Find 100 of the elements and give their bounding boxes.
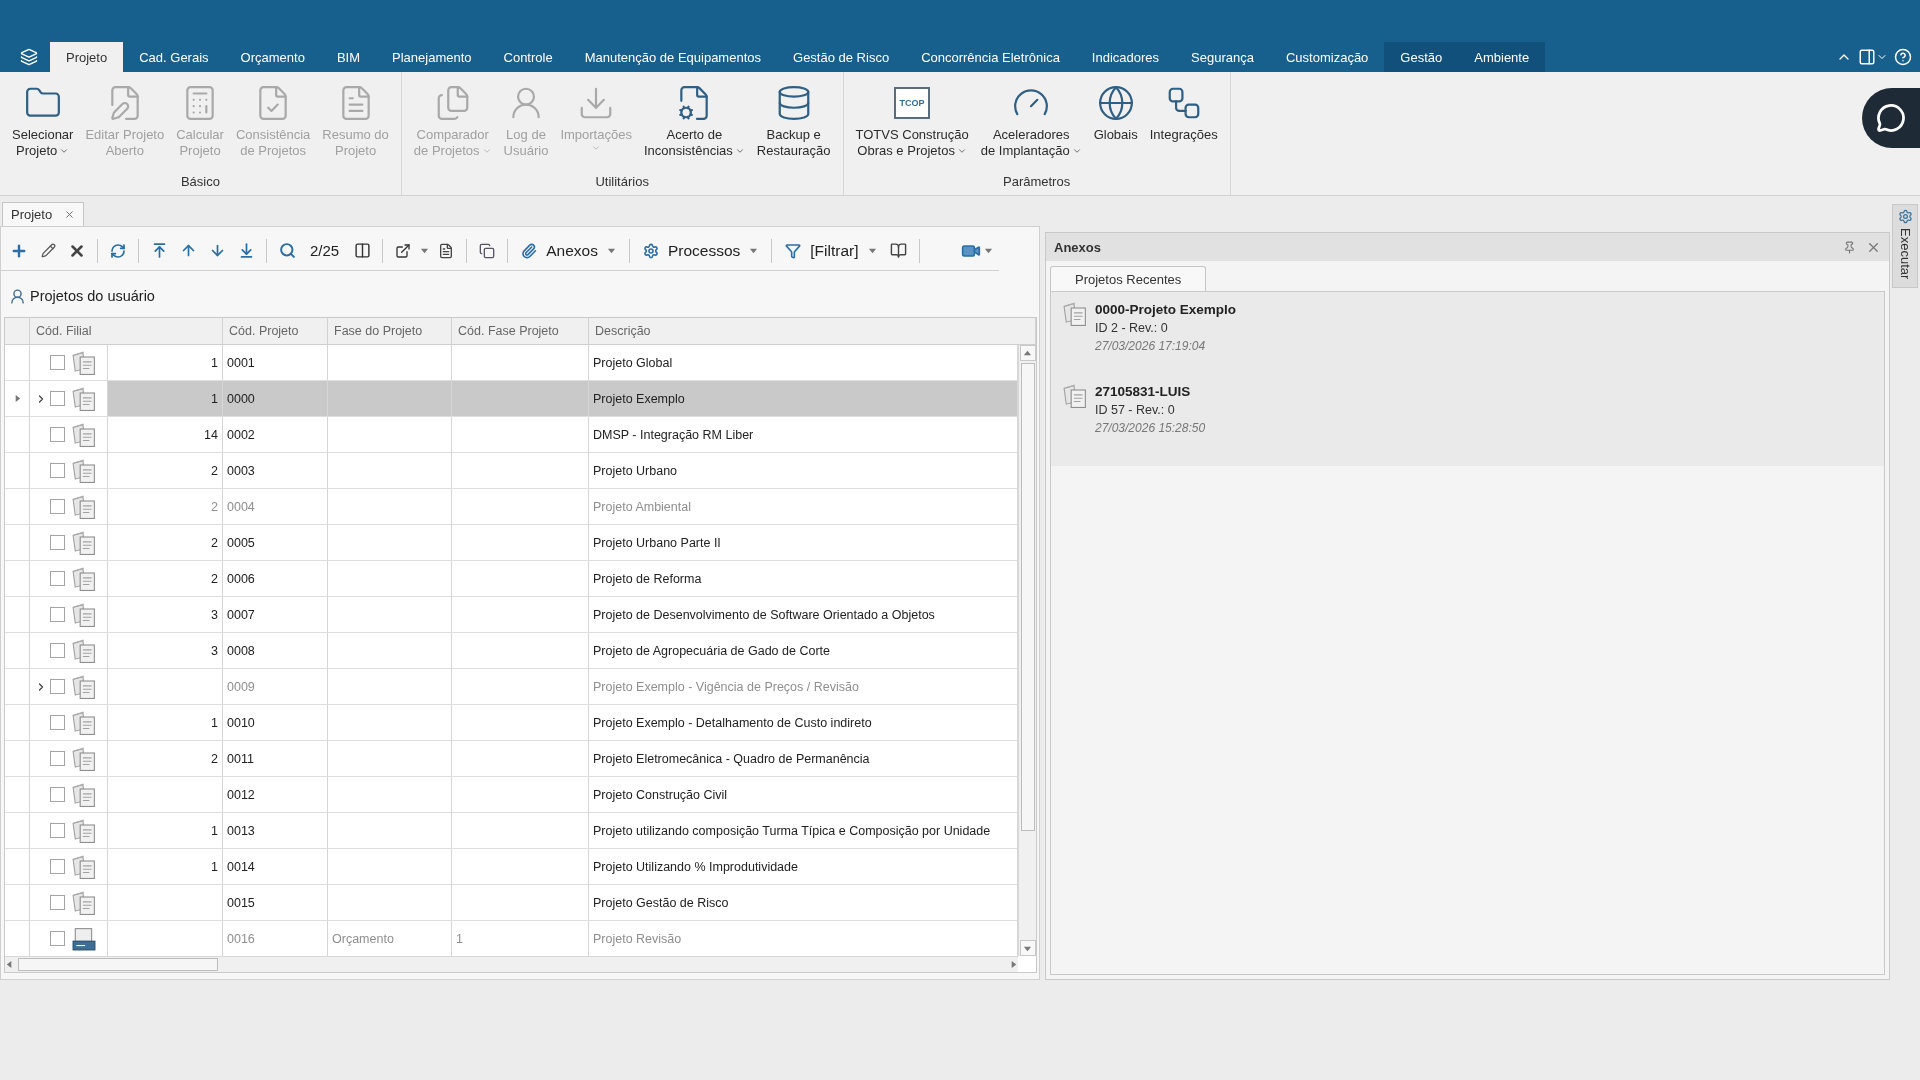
table-cell: Projeto Ambiental bbox=[593, 499, 691, 514]
dropdown-button[interactable]: Processos bbox=[637, 237, 764, 264]
recent-project-title[interactable]: 27105831-LUIS bbox=[1095, 384, 1206, 399]
vertical-scrollbar[interactable] bbox=[1018, 345, 1036, 956]
table-row[interactable]: 0012 Projeto Construção Civil bbox=[108, 777, 1018, 813]
ribbon-tab[interactable]: Concorrência Eletrônica bbox=[905, 42, 1076, 72]
table-row[interactable]: 3 0007 Projeto de Desenvolvimento de Software Orientado a Objetos bbox=[108, 597, 1018, 633]
row-checkbox[interactable] bbox=[50, 571, 65, 586]
table-row[interactable]: 1 0010 Projeto Exemplo - Detalhamento de Custo indireto bbox=[108, 705, 1018, 741]
ribbon-tab[interactable]: Ambiente bbox=[1458, 42, 1546, 72]
row-selector[interactable] bbox=[5, 849, 30, 885]
ribbon-tab[interactable]: Manutenção de Equipamentos bbox=[568, 42, 777, 72]
panel-tab[interactable]: Projetos Recentes bbox=[1050, 266, 1207, 291]
table-cell: 1 bbox=[211, 715, 218, 730]
row-checkbox[interactable] bbox=[50, 535, 65, 550]
ribbon-tab[interactable]: Customização bbox=[1269, 42, 1385, 72]
row-selector[interactable] bbox=[5, 777, 30, 813]
ribbon-tab[interactable]: Gestão bbox=[1384, 42, 1459, 72]
table-cell: Projeto Construção Civil bbox=[593, 787, 728, 802]
ribbon-tab[interactable]: Planejamento bbox=[376, 42, 488, 72]
scroll-up-icon bbox=[1023, 348, 1032, 358]
ribbon-button[interactable]: Acerto de Inconsistências bbox=[637, 82, 751, 159]
row-checkbox[interactable] bbox=[50, 391, 65, 406]
table-cell: 2 bbox=[211, 463, 218, 478]
filter-icon bbox=[785, 242, 802, 259]
row-checkbox[interactable] bbox=[50, 643, 65, 658]
row-checkbox[interactable] bbox=[50, 679, 65, 694]
side-tab[interactable]: Executar bbox=[1892, 204, 1918, 289]
column-header[interactable]: Descrição bbox=[589, 318, 1036, 344]
ribbon-tab[interactable]: Controle bbox=[487, 42, 569, 72]
column-header[interactable]: Fase do Projeto bbox=[328, 318, 452, 344]
row-selector[interactable] bbox=[5, 525, 30, 561]
row-selector[interactable] bbox=[5, 813, 30, 849]
table-row[interactable]: 2 0006 Projeto de Reforma bbox=[108, 561, 1018, 597]
row-checkbox[interactable] bbox=[50, 787, 65, 802]
row-checkbox[interactable] bbox=[50, 823, 65, 838]
row-selector[interactable] bbox=[5, 705, 30, 741]
row-checkbox[interactable] bbox=[50, 895, 65, 910]
document-tab[interactable]: Projeto bbox=[2, 202, 85, 226]
layout-button[interactable] bbox=[1858, 48, 1888, 66]
table-row[interactable]: 1 0014 Projeto Utilizando % Improdutividade bbox=[108, 849, 1018, 885]
table-cell: 0005 bbox=[227, 535, 255, 550]
table-row[interactable]: 1 0001 Projeto Global bbox=[108, 345, 1018, 381]
chevron-down-icon bbox=[1071, 146, 1082, 156]
ribbon-button[interactable]: Globais bbox=[1087, 82, 1144, 143]
row-selector[interactable] bbox=[5, 741, 30, 777]
ribbon-tab[interactable]: Cad. Gerais bbox=[123, 42, 225, 72]
row-selector[interactable] bbox=[5, 381, 30, 417]
pin-button[interactable] bbox=[1843, 240, 1856, 254]
ribbon-button[interactable]: Selecionar Projeto bbox=[6, 82, 80, 159]
horizontal-scrollbar[interactable] bbox=[5, 956, 1018, 972]
table-row[interactable]: 2 0003 Projeto Urbano bbox=[108, 453, 1018, 489]
recent-project-title[interactable]: 0000-Projeto Exemplo bbox=[1095, 302, 1237, 317]
row-checkbox[interactable] bbox=[50, 355, 65, 370]
ribbon-tab[interactable]: Segurança bbox=[1175, 42, 1270, 72]
row-selector[interactable] bbox=[5, 633, 30, 669]
column-header[interactable]: Cód. Filial bbox=[30, 318, 223, 344]
help-button[interactable] bbox=[1894, 48, 1912, 66]
table-row[interactable]: 14 0002 DMSP - Integração RM Liber bbox=[108, 417, 1018, 453]
dropdown-button[interactable]: [Filtrar] bbox=[780, 237, 882, 264]
table-row[interactable]: 1 0013 Projeto utilizando composição Turma Típica e Composição por Unidade bbox=[108, 813, 1018, 849]
table-row[interactable]: 2 0005 Projeto Urbano Parte II bbox=[108, 525, 1018, 561]
row-checkbox[interactable] bbox=[50, 463, 65, 478]
table-row[interactable]: 2 0011 Projeto Eletromecânica - Quadro de Permanência bbox=[108, 741, 1018, 777]
table-row[interactable]: 3 0008 Projeto de Agropecuária de Gado de Corte bbox=[108, 633, 1018, 669]
table-cell: 1 bbox=[211, 859, 218, 874]
dropdown-button[interactable]: Anexos bbox=[516, 237, 621, 264]
table-row[interactable]: 1 0000 Projeto Exemplo bbox=[108, 381, 1018, 417]
table-row[interactable]: 0015 Projeto Gestão de Risco bbox=[108, 885, 1018, 921]
ribbon-tab[interactable]: Projeto bbox=[50, 42, 124, 72]
ribbon-tab[interactable]: Gestão de Risco bbox=[777, 42, 906, 72]
document-stack-icon bbox=[1063, 302, 1087, 326]
ribbon-button[interactable]: TCOP TOTVS Construção Obras e Projetos bbox=[849, 82, 975, 159]
row-checkbox[interactable] bbox=[50, 931, 65, 946]
row-checkbox[interactable] bbox=[50, 499, 65, 514]
row-checkbox[interactable] bbox=[50, 859, 65, 874]
row-checkbox[interactable] bbox=[50, 715, 65, 730]
ribbon-button[interactable]: Integrações bbox=[1143, 82, 1224, 143]
table-cell: 1 bbox=[456, 931, 463, 946]
row-selector[interactable] bbox=[5, 597, 30, 633]
ribbon-tab[interactable]: BIM bbox=[320, 42, 376, 72]
ribbon-tab[interactable]: Indicadores bbox=[1075, 42, 1176, 72]
ribbon-tab[interactable]: Orçamento bbox=[224, 42, 321, 72]
row-selector[interactable] bbox=[5, 453, 30, 489]
ribbon-button[interactable]: Aceleradores de Implantação bbox=[974, 82, 1088, 159]
row-checkbox[interactable] bbox=[50, 607, 65, 622]
row-selector[interactable] bbox=[5, 561, 30, 597]
ribbon-button[interactable]: Backup e Restauração bbox=[750, 82, 837, 159]
row-selector[interactable] bbox=[5, 489, 30, 525]
row-selector[interactable] bbox=[5, 345, 30, 381]
row-selector[interactable] bbox=[5, 417, 30, 453]
scrollbar-thumb[interactable] bbox=[18, 958, 218, 971]
chat-assistant-button[interactable] bbox=[1862, 88, 1920, 148]
column-header[interactable]: Cód. Fase Projeto bbox=[452, 318, 589, 344]
row-selector[interactable] bbox=[5, 885, 30, 921]
row-checkbox[interactable] bbox=[50, 751, 65, 766]
column-header[interactable]: Cód. Projeto bbox=[223, 318, 328, 344]
row-checkbox[interactable] bbox=[50, 427, 65, 442]
scrollbar-thumb[interactable] bbox=[1020, 363, 1035, 831]
row-selector[interactable] bbox=[5, 669, 30, 705]
